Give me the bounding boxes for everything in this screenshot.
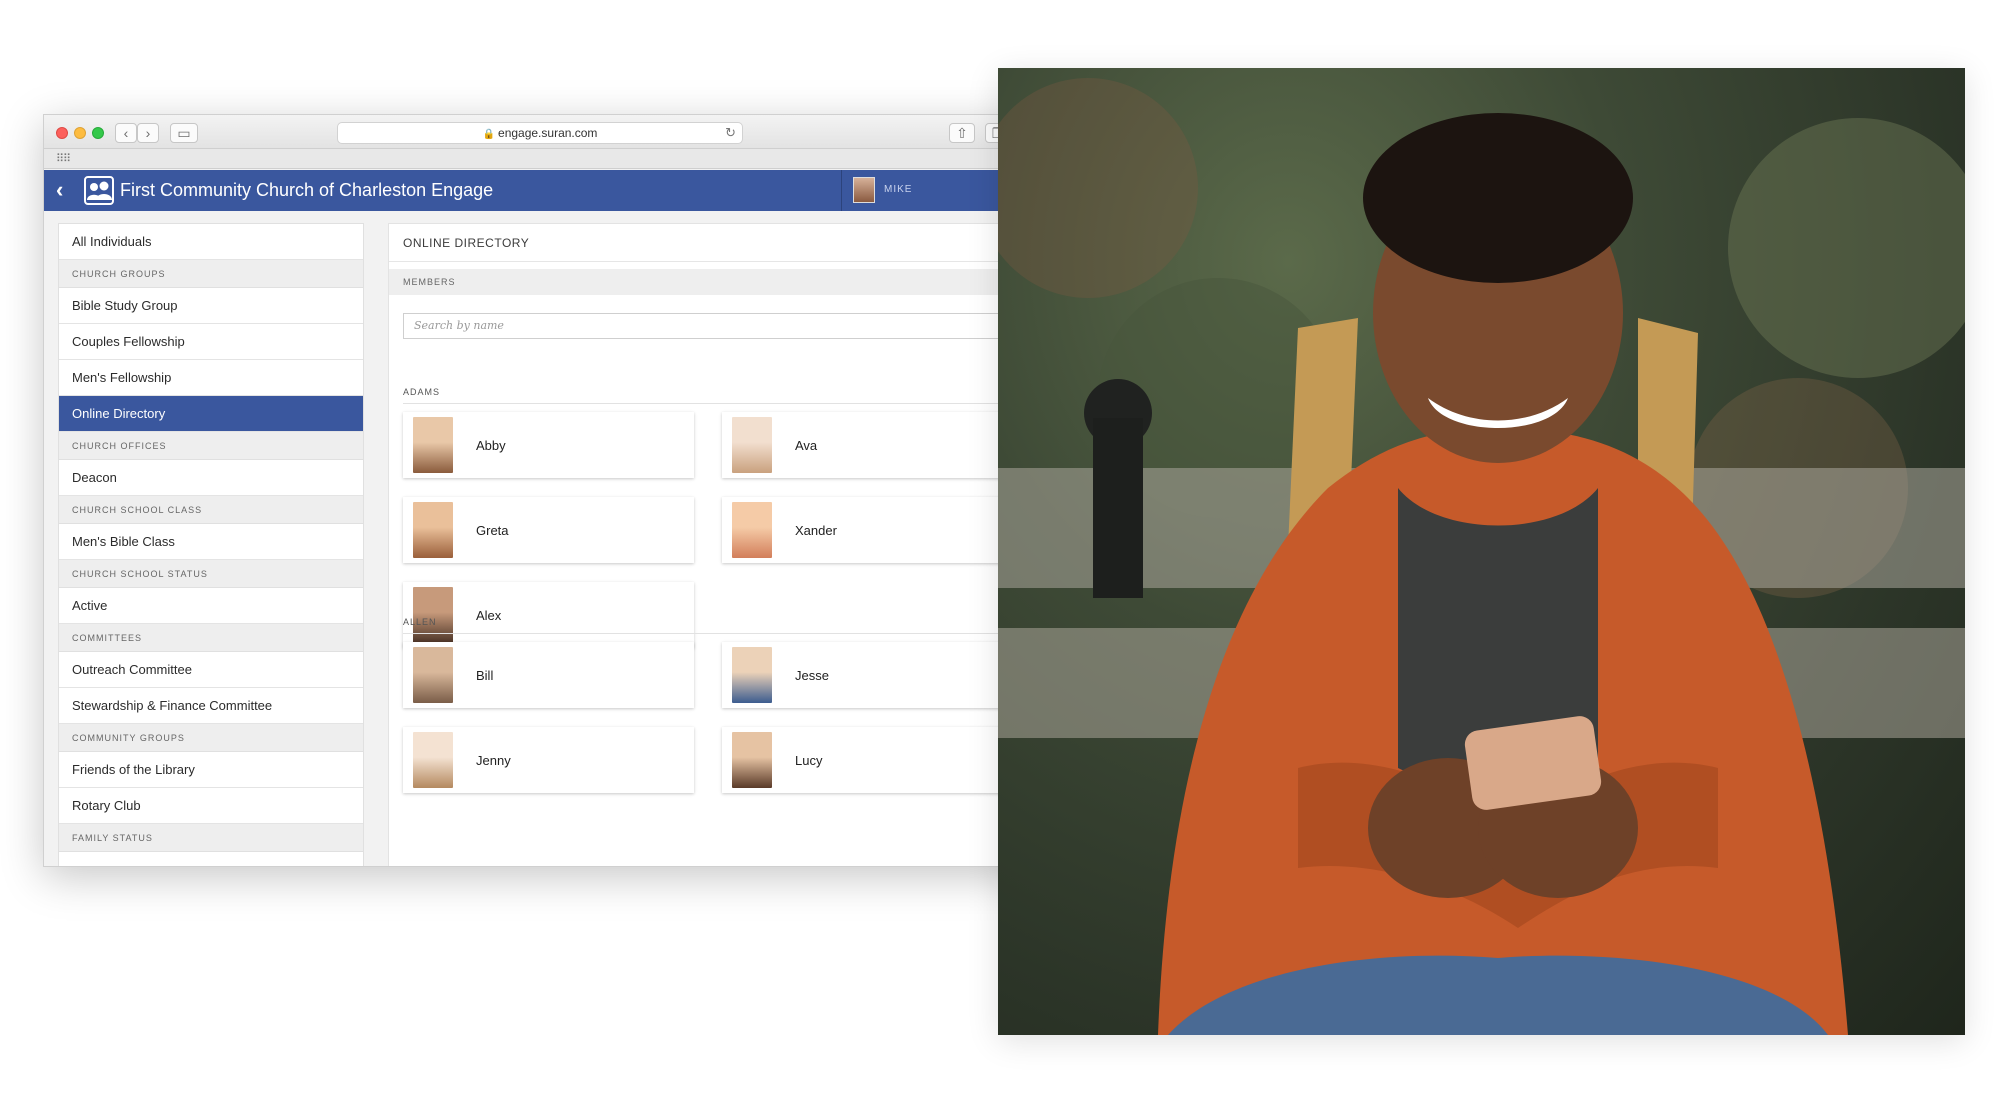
apps-grid-icon[interactable]: ⠿⠿ [56, 152, 71, 165]
member-name: Lucy [795, 753, 823, 768]
member-card[interactable]: Abby [403, 412, 694, 478]
members-section-header: MEMBERS [389, 269, 1029, 295]
avatar [413, 417, 453, 473]
app-header: ‹ First Community Church of Charleston E… [44, 170, 1038, 211]
member-name: Jenny [476, 753, 511, 768]
back-chevron-icon[interactable]: ‹ [56, 177, 63, 203]
avatar [732, 417, 772, 473]
avatar [732, 502, 772, 558]
family-header: ADAMS [403, 387, 1013, 404]
sidebar-section-header: CHURCH SCHOOL STATUS [59, 560, 363, 588]
maximize-window-button[interactable] [92, 127, 104, 139]
forward-arrow-icon[interactable]: › [137, 123, 159, 143]
member-card[interactable]: Bill [403, 642, 694, 708]
member-name: Xander [795, 523, 837, 538]
sidebar-item-couples-fellowship[interactable]: Couples Fellowship [59, 324, 363, 360]
sidebar-item-men-s-bible-class[interactable]: Men's Bible Class [59, 524, 363, 560]
member-card[interactable]: Jenny [403, 727, 694, 793]
close-window-button[interactable] [56, 127, 68, 139]
sidebar: All Individuals CHURCH GROUPS Bible Study … [58, 223, 364, 866]
member-card[interactable]: Alex [403, 582, 694, 648]
sidebar-item-online-directory[interactable]: Online Directory [59, 396, 363, 432]
main-content: ONLINE DIRECTORY MEMBERS Search by name … [388, 223, 1029, 866]
people-logo-icon [84, 176, 114, 205]
sidebar-section-header: COMMUNITY GROUPS [59, 724, 363, 752]
sidebar-item-men-s-fellowship[interactable]: Men's Fellowship [59, 360, 363, 396]
sidebar-item-deacon[interactable]: Deacon [59, 460, 363, 496]
tab-bar: ⠿⠿ >> + [44, 149, 1038, 169]
family-header: ALLEN [403, 617, 1013, 634]
browser-titlebar: ‹ › ▭ 🔒engage.suran.com ↻ ⇧ ❐ [44, 115, 1038, 149]
member-card[interactable]: Xander [722, 497, 1013, 563]
back-arrow-icon[interactable]: ‹ [115, 123, 137, 143]
sidebar-section-header: CHURCH GROUPS [59, 260, 363, 288]
sidebar-item-bible-study-group[interactable]: Bible Study Group [59, 288, 363, 324]
avatar [413, 587, 453, 643]
member-name: Abby [476, 438, 506, 453]
sidebar-section-header: COMMITTEES [59, 624, 363, 652]
hero-photo [998, 68, 1965, 1035]
minimize-window-button[interactable] [74, 127, 86, 139]
avatar [732, 732, 772, 788]
sidebar-item-outreach-committee[interactable]: Outreach Committee [59, 652, 363, 688]
avatar [853, 177, 875, 203]
search-input[interactable]: Search by name [403, 313, 1013, 339]
member-name: Jesse [795, 668, 829, 683]
url-text: engage.suran.com [498, 126, 598, 140]
member-card[interactable]: Lucy [722, 727, 1013, 793]
reload-icon[interactable]: ↻ [725, 123, 736, 143]
sidebar-section-header: FAMILY STATUS [59, 824, 363, 852]
avatar [413, 502, 453, 558]
share-icon[interactable]: ⇧ [949, 123, 975, 143]
member-name: Greta [476, 523, 509, 538]
avatar [413, 732, 453, 788]
member-card[interactable]: Ava [722, 412, 1013, 478]
sidebar-item-all-individuals[interactable]: All Individuals [59, 224, 363, 260]
member-card[interactable]: Jesse [722, 642, 1013, 708]
member-name: Ava [795, 438, 818, 453]
browser-window: ‹ › ▭ 🔒engage.suran.com ↻ ⇧ ❐ ⠿⠿ >> + ‹ … [43, 114, 1039, 867]
address-bar[interactable]: 🔒 engage.suran.com ↻ [337, 122, 743, 144]
sidebar-section-header: CHURCH OFFICES [59, 432, 363, 460]
sidebar-item-active[interactable]: Active [59, 588, 363, 624]
avatar [413, 647, 453, 703]
user-name: MIKE [884, 184, 913, 195]
sidebar-toggle-icon[interactable]: ▭ [170, 123, 198, 143]
sidebar-item-stewardship-finance-committee[interactable]: Stewardship & Finance Committee [59, 688, 363, 724]
member-card[interactable]: Greta [403, 497, 694, 563]
page-title: ONLINE DIRECTORY [389, 224, 1027, 262]
app-title: First Community Church of Charleston Eng… [120, 180, 494, 200]
sidebar-item-friends-of-the-library[interactable]: Friends of the Library [59, 752, 363, 788]
avatar [732, 647, 772, 703]
member-name: Bill [476, 668, 494, 683]
sidebar-item-rotary-club[interactable]: Rotary Club [59, 788, 363, 824]
sidebar-section-header: CHURCH SCHOOL CLASS [59, 496, 363, 524]
lock-icon: 🔒 [482, 129, 496, 140]
